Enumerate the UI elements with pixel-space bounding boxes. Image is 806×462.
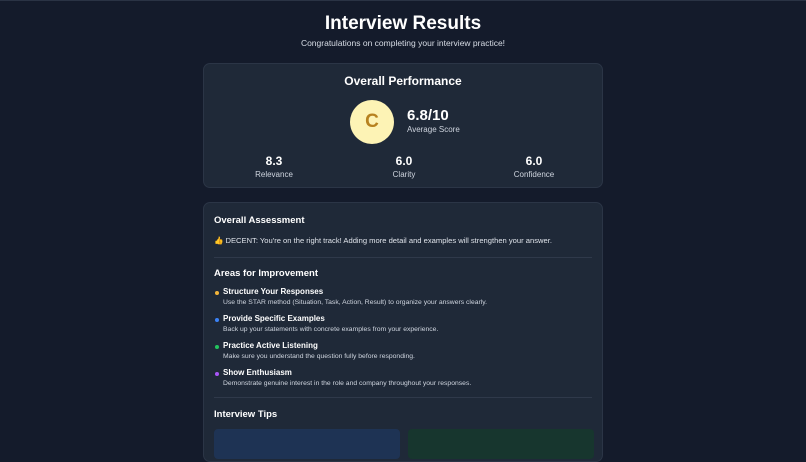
- average-score-label: Average Score: [407, 125, 460, 134]
- assessment-text: DECENT: You're on the right track! Addin…: [225, 236, 552, 245]
- bullet-dot-icon: [215, 291, 219, 295]
- item-title: Provide Specific Examples: [223, 314, 325, 323]
- average-score-value: 6.8/10: [407, 107, 449, 124]
- page-subtitle: Congratulations on completing your inter…: [300, 38, 506, 48]
- metric-label: Clarity: [392, 170, 416, 179]
- tip-card: [408, 429, 594, 459]
- item-description: Make sure you understand the question fu…: [223, 353, 415, 360]
- item-title: Practice Active Listening: [223, 341, 318, 350]
- metric-confidence: 6.0 Confidence: [484, 154, 584, 179]
- metric-label: Confidence: [513, 170, 555, 179]
- divider: [214, 257, 592, 258]
- item-description: Demonstrate genuine interest in the role…: [223, 380, 472, 387]
- item-title: Show Enthusiasm: [223, 368, 292, 377]
- assessment-card: Overall Assessment 👍 DECENT: You're on th…: [203, 202, 603, 462]
- assessment-title: Overall Assessment: [214, 215, 305, 226]
- thumbs-up-icon: 👍: [214, 236, 224, 245]
- metric-label: Relevance: [255, 170, 293, 179]
- metric-clarity: 6.0 Clarity: [354, 154, 454, 179]
- bullet-dot-icon: [215, 318, 219, 322]
- metric-relevance: 8.3 Relevance: [224, 154, 324, 179]
- performance-title: Overall Performance: [344, 74, 462, 88]
- metric-value: 8.3: [265, 154, 283, 168]
- assessment-text-row: 👍 DECENT: You're on the right track! Addi…: [214, 236, 552, 245]
- bullet-dot-icon: [215, 345, 219, 349]
- tips-title: Interview Tips: [214, 409, 278, 420]
- divider: [214, 397, 592, 398]
- bullet-dot-icon: [215, 372, 219, 376]
- improvement-title: Areas for Improvement: [214, 268, 319, 279]
- metric-value: 6.0: [525, 154, 543, 168]
- item-description: Use the STAR method (Situation, Task, Ac…: [223, 299, 488, 306]
- overall-performance-card: Overall Performance C 6.8/10 Average Sco…: [203, 63, 603, 188]
- item-description: Back up your statements with concrete ex…: [223, 326, 439, 333]
- page-title: Interview Results: [324, 13, 482, 34]
- results-page: Interview Results Congratulations on com…: [0, 1, 806, 462]
- grade-badge: C: [350, 100, 394, 144]
- item-title: Structure Your Responses: [223, 287, 324, 296]
- tip-card: [214, 429, 400, 459]
- metric-value: 6.0: [395, 154, 413, 168]
